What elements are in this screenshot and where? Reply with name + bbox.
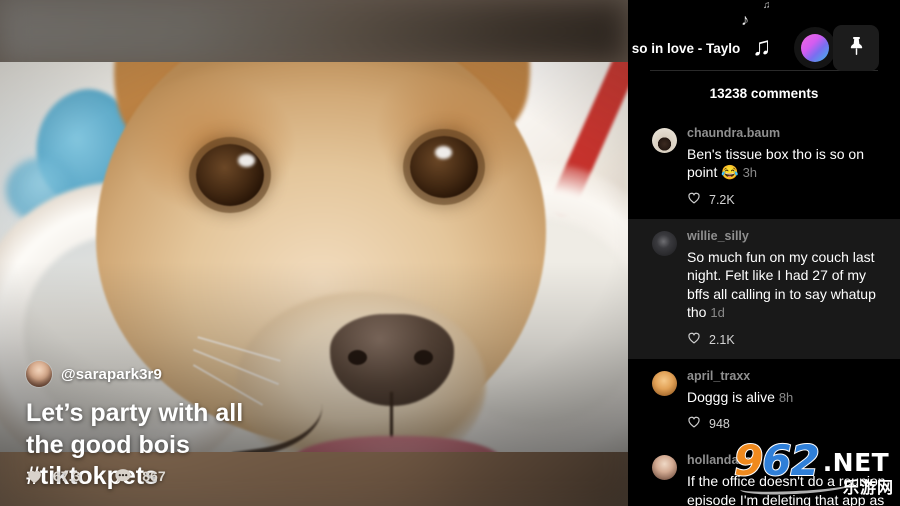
pin-icon [847, 35, 866, 62]
music-ticker-label: m so in love - Taylo [628, 41, 768, 56]
comment-body: april_traxx Doggg is alive 8h 948 [687, 369, 886, 433]
like-stat[interactable]: 67.3 [26, 468, 80, 484]
blurred-letterbox-top [0, 0, 628, 64]
comment-like-row[interactable]: 948 [687, 415, 886, 433]
music-note-icon: ♫ [763, 1, 771, 11]
avatar[interactable] [26, 361, 52, 387]
comment-message: If the office doesn't do a reunion episo… [687, 473, 886, 506]
comment-text: Ben's tissue box tho is so on point 😂 3h [687, 145, 886, 182]
comment-message: Ben's tissue box tho is so on point 😂 [687, 146, 864, 180]
video-player-pane[interactable]: @sarapark3r9 Let’s party with all the go… [0, 0, 628, 506]
comment-username[interactable]: hollandaze [687, 453, 886, 467]
caption-line: Let’s party with all [26, 398, 486, 429]
comment-count: 867 [142, 468, 165, 484]
comments-sidebar: m so in love - Taylo ♫ ♪ ♫ 13238 com [628, 0, 900, 506]
heart-outline-icon [687, 331, 701, 349]
comment-item[interactable]: april_traxx Doggg is alive 8h 948 [628, 359, 900, 443]
music-note-icon: ♪ [741, 13, 749, 29]
comment-stat[interactable]: 867 [114, 468, 165, 484]
comment-item[interactable]: willie_silly So much fun on my couch las… [628, 219, 900, 359]
comment-item[interactable]: chaundra.baum Ben's tissue box tho is so… [628, 116, 900, 219]
comment-text: If the office doesn't do a reunion episo… [687, 472, 886, 506]
comment-like-count: 948 [709, 417, 730, 431]
comments-list[interactable]: chaundra.baum Ben's tissue box tho is so… [628, 116, 900, 506]
author-row[interactable]: @sarapark3r9 [26, 361, 486, 387]
comment-body: hollandaze If the office doesn't do a re… [687, 453, 886, 506]
heart-icon [26, 468, 43, 484]
album-art-button[interactable] [794, 27, 836, 69]
comment-like-count: 2.1K [709, 333, 735, 347]
album-art-disc [801, 34, 829, 62]
comments-count-row: 13238 comments [628, 71, 900, 116]
comment-username[interactable]: april_traxx [687, 369, 886, 383]
like-count: 67.3 [53, 468, 80, 484]
author-handle[interactable]: @sarapark3r9 [61, 366, 162, 383]
comment-time: 8h [779, 390, 793, 405]
avatar[interactable] [652, 455, 677, 480]
comment-body: willie_silly So much fun on my couch las… [687, 229, 886, 349]
comment-body: chaundra.baum Ben's tissue box tho is so… [687, 126, 886, 209]
comment-username[interactable]: chaundra.baum [687, 126, 886, 140]
avatar[interactable] [652, 231, 677, 256]
comment-like-row[interactable]: 2.1K [687, 331, 886, 349]
comment-like-count: 7.2K [709, 193, 735, 207]
comment-text: So much fun on my couch last night. Felt… [687, 248, 886, 322]
caption-line: the good bois [26, 430, 486, 461]
heart-outline-icon [687, 415, 701, 433]
avatar[interactable] [652, 128, 677, 153]
comment-message: Doggg is alive [687, 389, 775, 405]
avatar[interactable] [652, 371, 677, 396]
comment-text: Doggg is alive 8h [687, 388, 886, 406]
comment-time: 3h [743, 165, 757, 180]
comment-bubble-icon [114, 468, 132, 484]
comments-count-label: 13238 comments [710, 86, 819, 101]
comment-username[interactable]: willie_silly [687, 229, 886, 243]
music-row: m so in love - Taylo ♫ ♪ ♫ [628, 0, 900, 70]
pin-button[interactable] [833, 25, 879, 71]
video-stats-bar: 67.3 867 [26, 468, 166, 484]
tiktok-video-screen: @sarapark3r9 Let’s party with all the go… [0, 0, 900, 506]
comment-like-row[interactable]: 7.2K [687, 191, 886, 209]
heart-outline-icon [687, 191, 701, 209]
comment-item[interactable]: hollandaze If the office doesn't do a re… [628, 443, 900, 506]
comment-time: 1d [710, 305, 724, 320]
